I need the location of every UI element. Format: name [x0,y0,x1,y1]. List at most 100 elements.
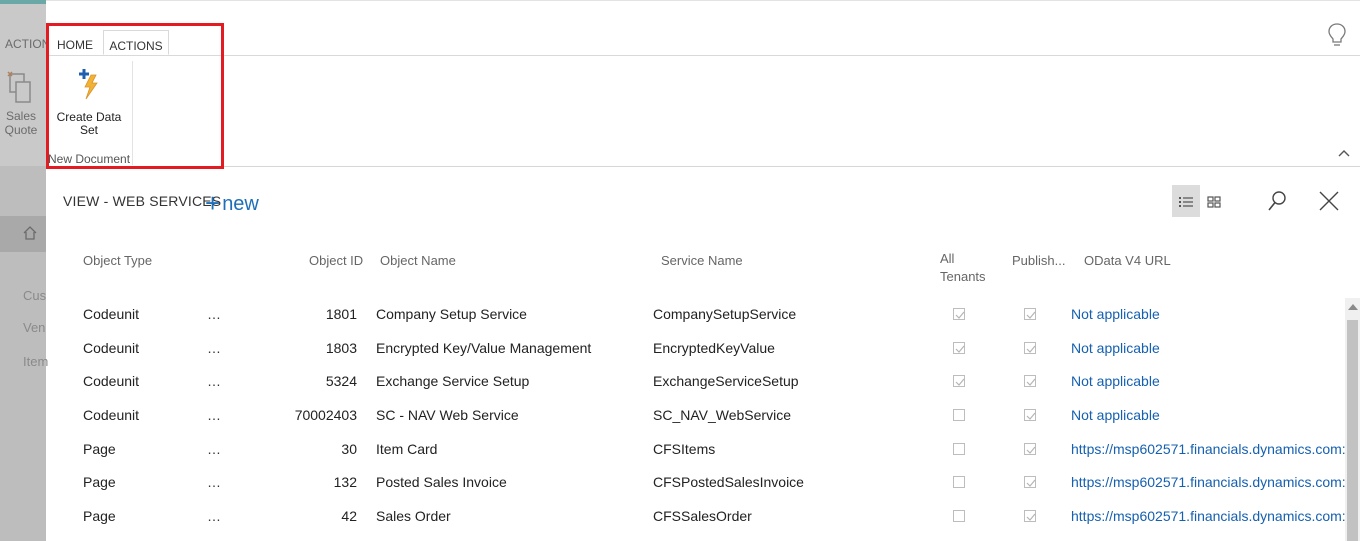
row-menu-button[interactable]: … [207,441,222,457]
cell-object-name: Exchange Service Setup [376,373,530,389]
close-icon[interactable] [1318,189,1340,213]
cell-object-id: 1801 [325,306,357,322]
cell-object-type: Codeunit [83,407,140,423]
cell-object-id: 1803 [325,340,357,356]
cell-object-name: Item Card [376,441,438,457]
page-title: VIEW - WEB SERVICES [63,193,222,209]
all-tenants-checkbox[interactable] [953,342,965,354]
checkmark-icon [1026,446,1036,454]
search-icon[interactable] [1266,189,1288,213]
cell-object-type: Page [83,474,116,490]
cell-object-type: Codeunit [83,340,140,356]
ribbon-bottom-border [46,166,1360,167]
background-nav-item: Ven [23,320,46,335]
cell-object-name: Sales Order [376,508,451,524]
published-checkbox[interactable] [1024,308,1036,320]
published-checkbox[interactable] [1024,342,1036,354]
column-header-all-tenants-line2: Tenants [940,269,986,284]
row-menu-button[interactable]: … [207,508,222,524]
cell-service-name: SC_NAV_WebService [653,407,791,423]
ribbon: HOME ACTIONS Create Data Set New Documen… [46,0,1360,169]
checkmark-icon [1026,412,1036,420]
column-header-odata-url[interactable]: OData V4 URL [1084,252,1171,270]
list-view-button[interactable] [1172,185,1200,217]
tile-view-button[interactable] [1203,185,1227,217]
checkmark-icon [1026,345,1036,353]
odata-url-link[interactable]: Not applicable [1071,407,1160,423]
checkmark-icon [955,345,965,353]
checkmark-icon [1026,513,1036,521]
cell-object-type: Page [83,508,116,524]
cell-object-name: Posted Sales Invoice [376,474,507,490]
cell-object-id: 5324 [325,373,357,389]
lightbulb-icon[interactable] [1326,21,1348,49]
checkmark-icon [1026,479,1036,487]
column-header-object-id[interactable]: Object ID [309,252,363,270]
collapse-ribbon-icon[interactable] [1338,149,1350,157]
highlight-box [46,23,224,169]
odata-url-link[interactable]: Not applicable [1071,306,1160,322]
column-header-object-name[interactable]: Object Name [380,252,456,270]
cell-service-name: ExchangeServiceSetup [653,373,799,389]
odata-url-link[interactable]: https://msp602571.financials.dynamics.co… [1071,441,1360,457]
scrollbar-thumb[interactable] [1347,320,1358,541]
home-icon [23,226,37,240]
all-tenants-checkbox[interactable] [953,375,965,387]
new-button[interactable]: + new [205,188,259,219]
vertical-scrollbar[interactable] [1345,298,1360,541]
cell-object-type: Codeunit [83,306,140,322]
cell-service-name: CFSItems [653,441,716,457]
row-menu-button[interactable]: … [207,407,222,423]
cell-object-id: 42 [341,508,357,524]
background-home-nav [0,216,46,252]
column-header-published[interactable]: Publish... [1012,252,1065,270]
cell-object-name: SC - NAV Web Service [376,407,519,423]
column-header-all-tenants[interactable]: All Tenants [940,250,986,286]
cell-object-name: Encrypted Key/Value Management [376,340,592,356]
new-button-label: new [222,193,259,215]
cell-service-name: CompanySetupService [653,306,797,322]
all-tenants-checkbox[interactable] [953,476,965,488]
odata-url-link[interactable]: Not applicable [1071,340,1160,356]
published-checkbox[interactable] [1024,476,1036,488]
odata-url-link[interactable]: https://msp602571.financials.dynamics.co… [1071,508,1360,524]
checkmark-icon [955,311,965,319]
cell-object-type: Page [83,441,116,457]
background-tab-actions: ACTION [5,37,51,51]
published-checkbox[interactable] [1024,375,1036,387]
cell-object-id: 30 [341,441,357,457]
checkmark-icon [955,378,965,386]
column-header-object-type[interactable]: Object Type [83,252,152,270]
all-tenants-checkbox[interactable] [953,308,965,320]
row-menu-button[interactable]: … [207,474,222,490]
cell-object-type: Codeunit [83,373,140,389]
checkmark-icon [1026,378,1036,386]
cell-service-name: CFSSalesOrder [653,508,752,524]
checkmark-icon [1026,311,1036,319]
list-view-icon [1179,197,1193,207]
background-sales-quote-label: Sales Quote [4,109,38,137]
all-tenants-checkbox[interactable] [953,409,965,421]
all-tenants-checkbox[interactable] [953,510,965,522]
background-nav-item: Item [23,354,49,369]
background-nav-item: Cus [23,288,47,303]
column-header-all-tenants-line1: All [940,251,955,266]
tile-view-icon [1207,196,1221,208]
all-tenants-checkbox[interactable] [953,443,965,455]
published-checkbox[interactable] [1024,443,1036,455]
cell-service-name: EncryptedKeyValue [653,340,775,356]
published-checkbox[interactable] [1024,409,1036,421]
sales-quote-icon [7,71,31,103]
background-accent-bar [0,0,46,4]
cell-object-name: Company Setup Service [376,306,527,322]
row-menu-button[interactable]: … [207,306,222,322]
cell-object-id: 70002403 [294,407,357,423]
scroll-up-arrow-icon[interactable] [1348,304,1358,310]
column-header-service-name[interactable]: Service Name [661,252,743,270]
row-menu-button[interactable]: … [207,373,222,389]
row-menu-button[interactable]: … [207,340,222,356]
odata-url-link[interactable]: https://msp602571.financials.dynamics.co… [1071,474,1360,490]
published-checkbox[interactable] [1024,510,1036,522]
cell-object-id: 132 [333,474,357,490]
odata-url-link[interactable]: Not applicable [1071,373,1160,389]
